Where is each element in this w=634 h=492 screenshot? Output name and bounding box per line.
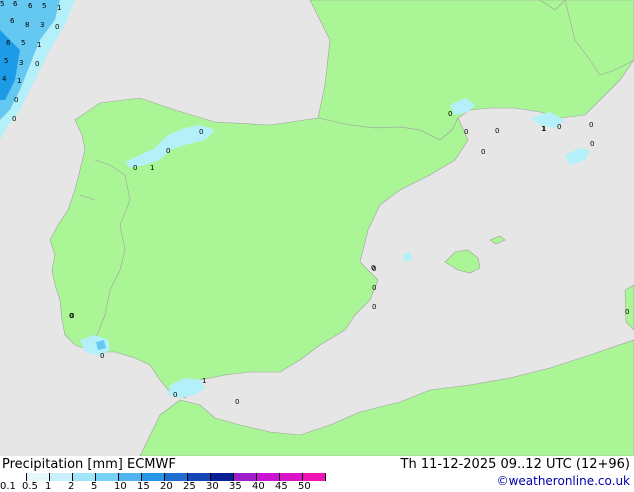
legend-label: 1 — [45, 481, 52, 492]
precip-value: 0 — [199, 128, 203, 136]
legend-swatch — [303, 473, 326, 481]
legend-label: 0.5 — [22, 481, 38, 492]
precip-value: 0 — [448, 110, 452, 118]
legend-label: 20 — [160, 481, 173, 492]
legend-label: 50 — [298, 481, 311, 492]
legend-swatch — [142, 473, 165, 481]
precip-value: 1 — [37, 41, 41, 49]
legend-colorbar — [4, 473, 328, 481]
precip-value: 0 — [133, 164, 137, 172]
precip-value: 0 — [55, 23, 59, 31]
precip-value: 0 — [464, 128, 468, 136]
precip-value: 0 — [235, 398, 239, 406]
legend-label: 10 — [114, 481, 127, 492]
legend-swatch — [73, 473, 96, 481]
legend-swatch — [188, 473, 211, 481]
precip-value: 0 — [495, 127, 499, 135]
precip-value: 0 — [557, 123, 561, 131]
map-footer: Precipitation [mm] ECMWF Th 11-12-2025 0… — [0, 456, 634, 492]
precip-value: 0 — [590, 140, 594, 148]
legend-swatch — [211, 473, 234, 481]
precip-value: 6 — [10, 17, 15, 25]
precip-value: 6 — [13, 0, 18, 8]
precip-value: 1 — [57, 4, 61, 12]
precip-value: 6 — [6, 39, 11, 47]
legend-label: 25 — [183, 481, 196, 492]
precip-value: 0 — [100, 352, 104, 360]
precip-value: 1 — [202, 377, 206, 385]
credit-link[interactable]: ©weatheronline.co.uk — [497, 474, 630, 488]
valid-time: Th 11-12-2025 09..12 UTC (12+96) — [400, 457, 631, 472]
legend-swatch — [234, 473, 257, 481]
legend-label: 40 — [252, 481, 265, 492]
precip-value: 5 — [4, 57, 8, 65]
precip-value: 1 — [542, 125, 546, 133]
legend-label: 30 — [206, 481, 219, 492]
precip-value: 0 — [371, 264, 375, 272]
precip-value: 6 — [28, 2, 33, 10]
precip-value: 3 — [19, 59, 23, 67]
precip-value: 8 — [25, 21, 29, 29]
legend-label: 2 — [68, 481, 75, 492]
legend-label: 5 — [91, 481, 98, 492]
precip-value: 5 — [21, 39, 25, 47]
legend-swatch — [280, 473, 303, 481]
precip-value: 0 — [12, 115, 16, 123]
precip-value: 0 — [173, 391, 177, 399]
precip-value: 0 — [35, 60, 39, 68]
legend-swatch — [50, 473, 73, 481]
precip-value: 5 — [0, 0, 4, 8]
product-title: Precipitation [mm] ECMWF — [2, 457, 176, 472]
legend-swatch — [257, 473, 280, 481]
legend-swatch — [96, 473, 119, 481]
precip-value: 0 — [481, 148, 485, 156]
legend-label: 0.1 — [0, 481, 16, 492]
legend-label: 15 — [137, 481, 150, 492]
legend-label: 45 — [275, 481, 288, 492]
precip-value: 0 — [372, 284, 376, 292]
precip-value: 1 — [17, 77, 21, 85]
precip-value: 4 — [2, 75, 7, 83]
precip-value: 5 — [42, 2, 46, 10]
legend-swatch — [119, 473, 142, 481]
precip-value: 1 — [150, 164, 154, 172]
precip-value: 0 — [14, 96, 18, 104]
precipitation-map: 5 6 6 5 1 6 8 3 0 6 5 1 5 3 0 4 1 0 0 0 … — [0, 0, 634, 456]
precip-value: 0 — [70, 312, 74, 320]
legend-swatch — [27, 473, 50, 481]
legend-label: 35 — [229, 481, 242, 492]
precip-value: 0 — [625, 308, 629, 316]
precip-value: 0 — [372, 303, 376, 311]
precip-value: 3 — [40, 21, 44, 29]
legend-swatch — [165, 473, 188, 481]
precip-value: 0 — [166, 147, 170, 155]
precip-value: 0 — [589, 121, 593, 129]
legend-swatch — [4, 473, 27, 481]
